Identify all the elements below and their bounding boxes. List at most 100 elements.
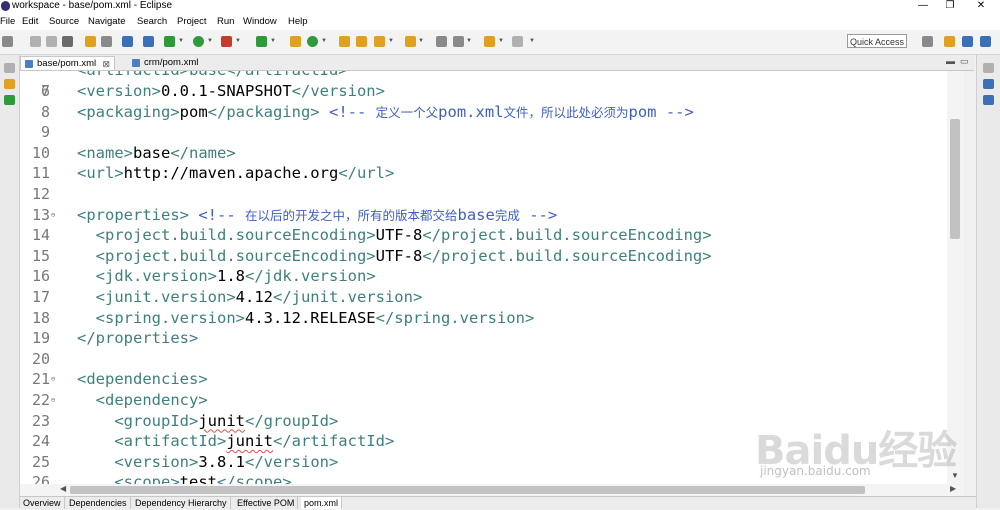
xml-text — [77, 288, 96, 306]
chevron-down-icon[interactable]: ▼ — [235, 38, 241, 44]
menu-navigate[interactable]: Navigate — [88, 15, 126, 28]
scroll-thumb[interactable] — [950, 119, 960, 239]
tab-base-pom[interactable]: base/pom.xml ⊠ — [20, 56, 115, 70]
menu-run[interactable]: Run — [217, 15, 234, 28]
maximize-editor-icon[interactable]: ▭ — [960, 56, 969, 67]
close-icon[interactable]: ⊠ — [102, 57, 110, 71]
junit-icon[interactable] — [4, 95, 15, 105]
chevron-left-icon[interactable]: ◀ — [60, 484, 66, 493]
print-icon[interactable] — [62, 36, 73, 47]
xml-text — [77, 226, 96, 244]
chevron-down-icon[interactable]: ▼ — [321, 38, 327, 44]
code-line: 14 <project.build.sourceEncoding>UTF-8</… — [20, 225, 960, 246]
package-explorer-icon[interactable] — [4, 79, 15, 89]
new-package-icon[interactable] — [290, 36, 301, 47]
save-all-icon[interactable] — [46, 36, 57, 47]
java-perspective-icon[interactable] — [962, 36, 973, 47]
xml-tag: </version> — [245, 452, 339, 471]
tab-pom-xml[interactable]: pom.xml — [301, 497, 343, 509]
debug-perspective-icon[interactable] — [980, 36, 991, 47]
restore-button[interactable]: ❐ — [935, 0, 965, 13]
open-resource-icon[interactable] — [356, 36, 367, 47]
code-line: 18 <spring.version>4.3.12.RELEASE</sprin… — [20, 308, 960, 329]
open-folder-icon[interactable] — [339, 36, 350, 47]
outline-icon[interactable] — [983, 79, 994, 89]
xml-tag: </jdk.version> — [245, 267, 376, 286]
xml-text: UTF-8 — [375, 246, 423, 265]
open-task-icon[interactable] — [101, 36, 112, 47]
minimize-editor-icon[interactable]: ▬ — [946, 56, 955, 66]
vertical-scrollbar[interactable]: ▼ — [947, 71, 964, 484]
tab-dependencies[interactable]: Dependencies — [66, 497, 131, 509]
search-icon[interactable] — [374, 36, 385, 47]
menu-file[interactable]: File — [0, 15, 15, 28]
skip-breakpoints-icon[interactable] — [143, 36, 154, 47]
chevron-down-icon[interactable]: ▼ — [178, 38, 184, 44]
external-tools-icon[interactable] — [221, 36, 232, 47]
line-number: 19 — [31, 329, 50, 348]
previous-annotation-icon[interactable] — [453, 36, 464, 47]
chevron-down-icon[interactable]: ▼ — [466, 38, 472, 44]
minimize-button[interactable]: — — [908, 0, 938, 13]
restore-view-icon[interactable] — [983, 63, 994, 73]
chevron-down-icon[interactable]: ▼ — [498, 38, 504, 44]
code-line: 26 <scope>test</scope> — [20, 472, 960, 484]
fold-toggle-icon[interactable]: ⊖ — [51, 211, 55, 219]
open-type-icon[interactable] — [85, 36, 96, 47]
tab-label: crm/pom.xml — [144, 57, 199, 68]
chevron-down-icon[interactable]: ▼ — [207, 38, 213, 44]
chevron-down-icon[interactable]: ▼ — [418, 38, 424, 44]
horizontal-scrollbar[interactable]: ◀ ▶ — [20, 484, 964, 496]
xml-tag: <groupId> — [114, 411, 199, 430]
scroll-thumb[interactable] — [70, 486, 865, 494]
menu-source[interactable]: Source — [49, 15, 79, 28]
xml-text: junit — [198, 411, 245, 430]
forward-icon[interactable] — [512, 36, 523, 47]
code-text: <scope>test</scope> — [77, 472, 291, 484]
code-text: <junit.version>4.12</junit.version> — [77, 287, 423, 308]
menu-search[interactable]: Search — [137, 15, 167, 28]
debug-icon[interactable] — [164, 36, 175, 47]
xml-editor[interactable]: 6 <artifactId>base</artifactId> 7 <versio… — [20, 71, 964, 484]
open-perspective-icon[interactable] — [922, 36, 933, 47]
xml-comment: 完成 — [494, 207, 520, 223]
new-server-icon[interactable] — [256, 36, 267, 47]
menu-project[interactable]: Project — [177, 15, 207, 28]
code-line: 25 <version>3.8.1</version> — [20, 452, 960, 473]
tab-crm-pom[interactable]: crm/pom.xml — [128, 56, 208, 70]
new-class-icon[interactable] — [307, 36, 318, 47]
tab-overview[interactable]: Overview — [20, 497, 65, 509]
line-number: 25 — [31, 452, 50, 471]
chevron-right-icon[interactable]: ▶ — [950, 484, 956, 493]
back-icon[interactable] — [484, 36, 495, 47]
line-number: 14 — [31, 226, 50, 245]
chevron-down-icon[interactable]: ▼ — [529, 38, 535, 44]
close-button[interactable]: ✕ — [966, 0, 996, 13]
annotation-icon[interactable] — [405, 36, 416, 47]
xml-tag: <artifactId> — [114, 432, 227, 451]
quick-access-input[interactable]: Quick Access — [847, 34, 907, 48]
menu-edit[interactable]: Edit — [22, 15, 38, 28]
chevron-down-icon[interactable]: ▼ — [270, 38, 276, 44]
fold-toggle-icon[interactable]: ⊖ — [51, 396, 55, 404]
chevron-down-icon[interactable]: ▼ — [388, 38, 394, 44]
tab-dependency-hierarchy[interactable]: Dependency Hierarchy — [132, 497, 231, 509]
next-annotation-icon[interactable] — [436, 36, 447, 47]
tab-effective-pom[interactable]: Effective POM — [234, 497, 299, 509]
restore-view-icon[interactable] — [4, 63, 15, 73]
xml-tag: </junit.version> — [272, 287, 423, 306]
xml-file-icon — [25, 60, 33, 68]
chevron-down-icon[interactable]: ▼ — [951, 471, 959, 480]
menu-window[interactable]: Window — [243, 15, 277, 28]
run-icon[interactable] — [193, 36, 204, 47]
code-line: 10 <name>base</name> — [20, 143, 960, 164]
new-icon[interactable] — [2, 36, 13, 47]
menu-help[interactable]: Help — [288, 15, 308, 28]
fold-toggle-icon[interactable]: ⊖ — [51, 375, 55, 383]
save-icon[interactable] — [30, 36, 41, 47]
task-list-icon[interactable] — [983, 95, 994, 105]
xml-tag: </properties> — [77, 329, 199, 348]
xml-comment: pom.xml — [438, 102, 504, 121]
java-ee-perspective-icon[interactable] — [944, 36, 955, 47]
console-icon[interactable] — [122, 36, 133, 47]
